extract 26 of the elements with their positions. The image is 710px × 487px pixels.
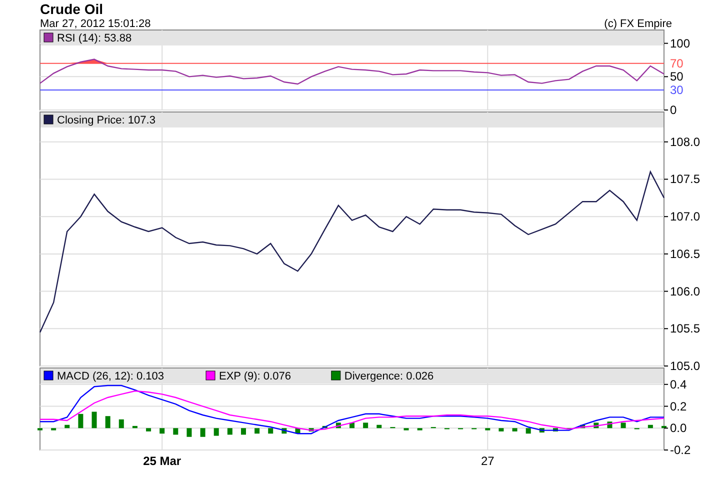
axis-tick-label: 100 [670,36,690,50]
axis-tick-label: 105.5 [670,322,700,336]
axis-tick-label: 0.2 [670,399,687,414]
reference-label: 70 [670,56,684,70]
axis-tick-label: 25 Mar [143,454,182,468]
axis-tick-label: 105.0 [670,359,700,373]
chart-title: Crude Oil [40,1,104,17]
axis-tick-label: 0 [670,103,677,117]
axis-tick-label: 107.5 [670,172,700,186]
axis-tick-label: 50 [670,70,684,84]
axis-tick-label: 27 [480,454,494,468]
legend-label: EXP (9): 0.076 [219,370,291,382]
legend-label: Closing Price: 107.3 [57,114,156,126]
axis-tick-label: 108.0 [670,134,700,149]
legend-label: Divergence: 0.026 [344,370,434,382]
reference-label: 30 [670,83,684,97]
timestamp: Mar 27, 2012 15:01:28 [40,18,151,30]
axis-tick-label: 106.5 [670,246,700,261]
axis-tick-label: 107.0 [670,210,700,224]
axis-tick-label: 0.4 [670,377,687,392]
legend-label: MACD (26, 12): 0.103 [57,370,164,382]
copyright-text: (c) FX Empire [604,18,672,30]
axis-tick-label: 106.0 [670,284,700,298]
axis-tick-label: 0.0 [670,421,687,436]
axis-tick-label: -0.2 [670,443,691,457]
legend-label: RSI (14): 53.88 [57,32,132,44]
